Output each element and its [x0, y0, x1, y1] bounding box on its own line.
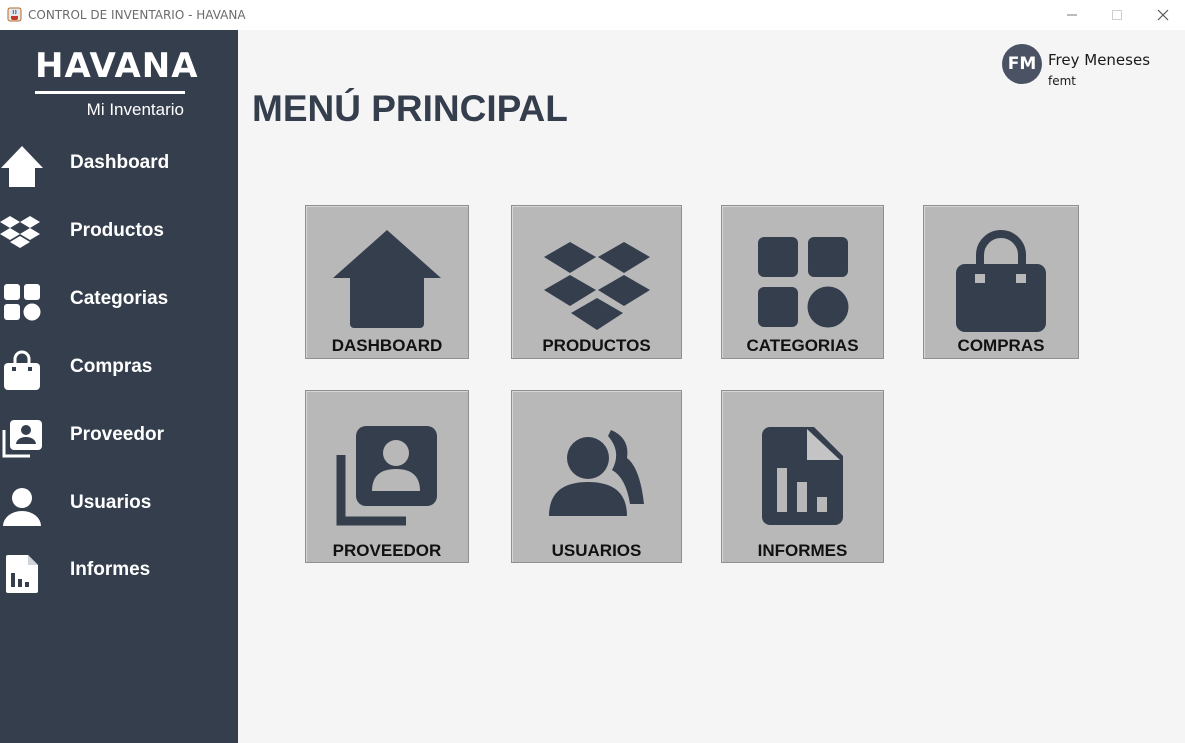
minimize-icon	[1067, 14, 1077, 16]
home-icon	[1, 146, 43, 187]
brand-logo: HAVANA	[35, 46, 199, 86]
close-icon	[1157, 9, 1169, 21]
sidebar-item-usuarios[interactable]: Usuarios	[0, 476, 238, 532]
sidebar: HAVANA Mi Inventario Dashboard Productos…	[0, 30, 238, 743]
user-icon	[3, 488, 41, 526]
shopping-bag-icon	[956, 230, 1046, 332]
contacts-icon	[336, 426, 437, 526]
contacts-icon	[2, 420, 42, 458]
tile-label: COMPRAS	[957, 336, 1045, 355]
maximize-icon	[1112, 10, 1122, 20]
dropbox-icon	[543, 242, 650, 330]
sidebar-item-productos[interactable]: Productos	[0, 204, 238, 260]
tile-informes[interactable]: INFORMES	[721, 390, 884, 563]
sidebar-item-label: Informes	[70, 559, 151, 580]
users-icon	[548, 430, 644, 516]
user-name: Frey Meneses	[1048, 51, 1151, 69]
home-icon	[333, 230, 441, 328]
close-button[interactable]	[1140, 0, 1185, 30]
tile-label: CATEGORIAS	[746, 336, 859, 355]
sidebar-item-compras[interactable]: Compras	[0, 340, 238, 396]
tile-label: PRODUCTOS	[542, 336, 651, 355]
report-icon	[761, 427, 843, 525]
minimize-button[interactable]	[1049, 0, 1095, 30]
avatar[interactable]: FM	[1002, 44, 1042, 84]
sidebar-item-label: Usuarios	[70, 492, 152, 513]
tile-label: USUARIOS	[551, 541, 642, 560]
window-title: CONTROL DE INVENTARIO - HAVANA	[28, 8, 246, 22]
sidebar-item-label: Dashboard	[70, 152, 170, 173]
tile-proveedor[interactable]: PROVEEDOR	[305, 390, 469, 563]
tile-label: INFORMES	[757, 541, 848, 560]
tile-productos[interactable]: PRODUCTOS	[511, 205, 682, 359]
sidebar-item-categorias[interactable]: Categorias	[0, 272, 238, 328]
sidebar-item-label: Proveedor	[70, 424, 164, 445]
brand-subtitle: Mi Inventario	[86, 100, 184, 119]
tile-categorias[interactable]: CATEGORIAS	[721, 205, 884, 359]
sidebar-item-proveedor[interactable]: Proveedor	[0, 408, 238, 464]
tile-usuarios[interactable]: USUARIOS	[511, 390, 682, 563]
shopping-bag-icon	[4, 350, 40, 390]
sidebar-item-informes[interactable]: Informes	[0, 543, 238, 599]
page-title: MENÚ PRINCIPAL	[252, 88, 568, 129]
categories-icon	[757, 237, 848, 328]
brand-underline	[35, 91, 185, 94]
sidebar-item-label: Categorias	[70, 288, 169, 309]
report-icon	[6, 555, 38, 593]
tile-label: PROVEEDOR	[332, 541, 442, 560]
tile-compras[interactable]: COMPRAS	[923, 205, 1079, 359]
sidebar-item-dashboard[interactable]: Dashboard	[0, 136, 238, 192]
sidebar-item-label: Compras	[70, 356, 153, 377]
user-login: femt	[1048, 74, 1077, 88]
maximize-button[interactable]	[1094, 0, 1140, 30]
tile-dashboard[interactable]: DASHBOARD	[305, 205, 469, 359]
tile-label: DASHBOARD	[331, 336, 443, 355]
sidebar-item-label: Productos	[70, 220, 164, 241]
dropbox-icon	[0, 216, 40, 248]
categories-icon	[4, 284, 41, 321]
window-titlebar: CONTROL DE INVENTARIO - HAVANA	[0, 0, 1185, 30]
java-app-icon	[7, 7, 22, 22]
